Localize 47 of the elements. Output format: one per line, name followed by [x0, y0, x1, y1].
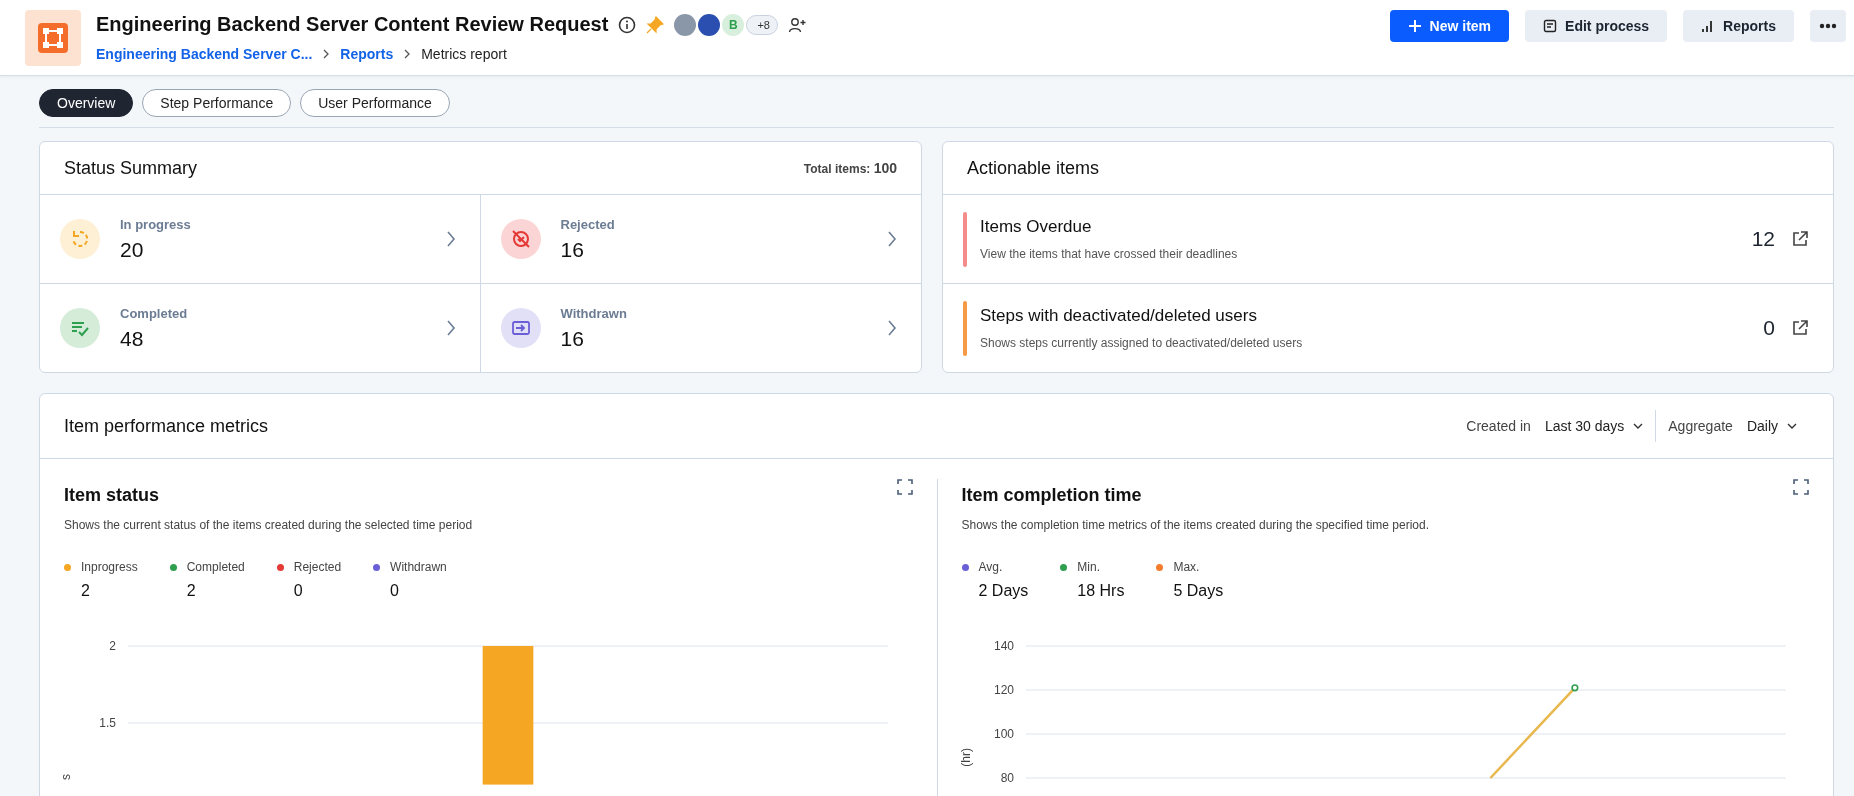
legend-value: 18 Hrs — [1076, 582, 1125, 600]
status-label: Rejected — [560, 216, 616, 232]
chart-description: Shows the completion time metrics of the items created during the specified time period. — [961, 518, 1431, 532]
legend-value: 0 — [389, 582, 400, 600]
legend-label: Min. — [1077, 560, 1100, 574]
legend-label: Max. — [1173, 560, 1200, 574]
status-label: Completed — [120, 305, 189, 321]
legend-label: Completed — [186, 560, 245, 574]
status-count: 20 — [120, 237, 145, 262]
legend-label: Inprogress — [81, 560, 138, 574]
card-title: Status Summary — [64, 157, 198, 179]
item-description: Shows steps currently assigned to deactivated/deleted users — [980, 336, 1304, 350]
item-count: 0 — [1763, 316, 1775, 340]
status-label: In progress — [120, 216, 192, 232]
y-axis-tick-label: 100 — [993, 727, 1014, 741]
legend-value: 5 Days — [1172, 582, 1224, 600]
page-title: Engineering Backend Server Content Review Request — [96, 13, 609, 36]
legend-value: 2 Days — [977, 582, 1029, 600]
y-axis-tick-label: 140 — [993, 639, 1014, 653]
item-count: 12 — [1751, 227, 1775, 251]
y-axis-tick-label: 120 — [993, 683, 1014, 697]
filter-label: Created in — [1466, 418, 1531, 434]
filter-label: Aggregate — [1668, 418, 1733, 434]
total-items-label: Total items: 100 — [803, 160, 897, 176]
card-title: Item performance metrics — [64, 415, 269, 437]
chart-title: Item status — [64, 485, 160, 506]
card-title: Actionable items — [967, 157, 1100, 179]
status-label: Withdrawn — [560, 305, 628, 321]
legend-value: 2 — [185, 582, 197, 600]
legend-label: Rejected — [293, 560, 342, 574]
legend-label: Withdrawn — [390, 560, 447, 574]
status-count: 48 — [120, 326, 145, 351]
y-axis-tick-label: 2 — [109, 639, 116, 653]
legend-value: 2 — [80, 582, 91, 600]
y-axis-label: s — [59, 774, 73, 780]
item-title: Items Overdue — [980, 217, 1093, 237]
status-count: 16 — [560, 237, 585, 262]
chart-title: Item completion time — [961, 485, 1142, 506]
legend-label: Avg. — [978, 560, 1003, 574]
status-count: 16 — [560, 326, 585, 351]
y-axis-tick-label: 1.5 — [99, 716, 116, 730]
chart-description: Shows the current status of the items created during the selected time period — [64, 518, 474, 532]
y-axis-tick-label: 80 — [1000, 771, 1014, 785]
item-description: View the items that have crossed their deadlines — [980, 247, 1239, 261]
y-axis-label: (hr) — [958, 748, 973, 767]
legend-value: 0 — [292, 582, 304, 600]
item-title: Steps with deactivated/deleted users — [980, 306, 1258, 326]
